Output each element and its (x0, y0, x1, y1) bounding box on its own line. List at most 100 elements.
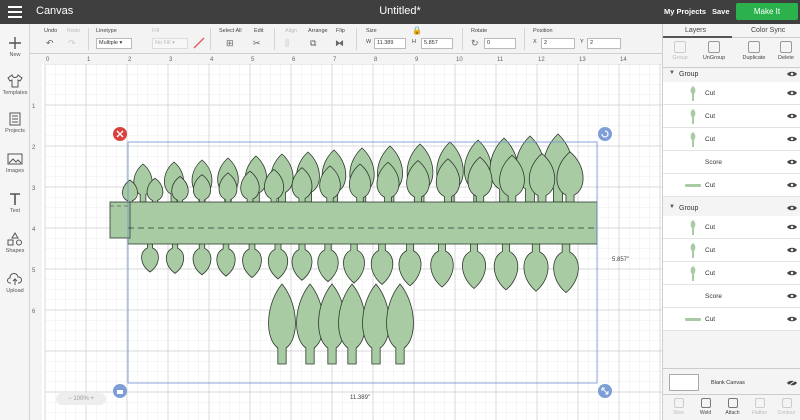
ruler-x-label: 10 (456, 57, 463, 63)
flip-icon[interactable]: ⧓ (335, 38, 344, 48)
attach-icon (727, 398, 738, 408)
redo-icon[interactable]: ↷ (68, 38, 76, 48)
linetype-value: Multiple (99, 40, 118, 46)
ungroup-icon (708, 41, 720, 53)
chevron-down-icon[interactable]: ▼ (669, 70, 675, 76)
save-button[interactable]: Save (712, 7, 730, 16)
ungroup-button[interactable]: UnGroup (699, 41, 729, 61)
layer-item[interactable]: Cut (663, 105, 800, 128)
undo-label: Undo (44, 28, 58, 34)
canvas-color-swatch[interactable] (669, 374, 699, 391)
height-label: H (412, 39, 416, 45)
width-dimension-label: 11.389" (350, 395, 371, 401)
cut-thumbnail (685, 318, 701, 321)
fill-color-swatch[interactable] (193, 37, 205, 49)
eye-icon[interactable] (787, 182, 797, 188)
lock-icon[interactable]: 🔒 (412, 26, 422, 36)
divider (274, 28, 275, 50)
layer-item[interactable]: Cut (663, 216, 800, 239)
sidebar-item-projects[interactable]: Projects (0, 112, 30, 134)
blank-canvas-row[interactable]: Blank Canvas (663, 368, 800, 394)
chevron-down-icon[interactable]: ▼ (669, 204, 675, 210)
x-input[interactable]: 2 (541, 38, 575, 49)
design-canvas[interactable]: 0 1 2 3 4 5 6 7 8 9 10 11 12 13 14 1 2 3 4 5 6 11.389" 5.857… (30, 54, 662, 420)
eye-icon[interactable] (787, 205, 797, 211)
arrange-label: Arrange (308, 28, 328, 34)
scissors-icon[interactable]: ✂ (253, 38, 261, 48)
height-input[interactable]: 5.857 (421, 38, 453, 49)
eye-icon[interactable] (787, 159, 797, 165)
select-all-icon[interactable]: ⊞ (226, 38, 234, 48)
eye-icon[interactable] (787, 316, 797, 322)
duplicate-button[interactable]: Duplicate (739, 41, 769, 61)
weld-button[interactable]: Weld (692, 398, 719, 416)
eye-icon[interactable] (787, 224, 797, 230)
align-icon[interactable]: ⫼ (285, 38, 289, 48)
eye-icon[interactable] (787, 136, 797, 142)
layer-tools: Group UnGroup Duplicate Delete (663, 38, 800, 68)
layer-item[interactable]: Cut (663, 128, 800, 151)
sidebar-item-templates[interactable]: Templates (0, 74, 30, 96)
layer-item[interactable]: Cut (663, 82, 800, 105)
layer-group[interactable]: ▼ Group (663, 68, 800, 82)
flatten-button[interactable]: Flatten (746, 398, 773, 416)
my-projects-link[interactable]: My Projects (664, 7, 706, 16)
cut-thumbnail (690, 266, 696, 281)
linetype-select[interactable]: Multiple ▾ (96, 38, 132, 49)
rotate-icon[interactable]: ↻ (471, 38, 479, 48)
arrange-icon[interactable]: ⧉ (310, 38, 316, 48)
sidebar-item-text[interactable]: Text (0, 192, 30, 214)
trash-icon (780, 41, 792, 53)
canvas-drawing[interactable]: 0 1 2 3 4 5 6 7 8 9 10 11 12 13 14123456 (30, 54, 662, 420)
flip-label: Flip (336, 28, 345, 34)
sidebar-item-label: Images (5, 168, 25, 174)
hidden-eye-icon[interactable] (787, 380, 797, 386)
layer-name: Cut (705, 316, 716, 323)
fill-select[interactable]: No Fill ▾ (152, 38, 188, 49)
contour-button[interactable]: Contour (773, 398, 800, 416)
delete-label: Delete (778, 55, 794, 61)
layer-group[interactable]: ▼ Group (663, 202, 800, 216)
eye-icon[interactable] (787, 247, 797, 253)
layer-name: Cut (705, 90, 716, 97)
tab-layers[interactable]: Layers (685, 27, 706, 34)
contour-icon (781, 398, 792, 408)
slice-button[interactable]: Slice (665, 398, 692, 416)
layer-name: Cut (705, 182, 716, 189)
position-label: Position (533, 28, 553, 34)
layer-item[interactable]: Score (663, 151, 800, 174)
eye-icon[interactable] (787, 90, 797, 96)
y-input[interactable]: 2 (587, 38, 621, 49)
layer-item[interactable]: Cut (663, 308, 800, 331)
eye-icon[interactable] (787, 71, 797, 77)
group-icon (674, 41, 686, 53)
layer-name: Score (705, 293, 722, 300)
undo-icon[interactable]: ↶ (46, 38, 54, 48)
sidebar-item-images[interactable]: Images (0, 152, 30, 174)
linetype-label: Linetype (96, 28, 117, 34)
group-button[interactable]: Group (665, 41, 695, 61)
layer-item[interactable]: Cut (663, 262, 800, 285)
sidebar-item-shapes[interactable]: Shapes (0, 232, 30, 254)
sidebar-item-label: Text (9, 208, 21, 214)
eye-icon[interactable] (787, 113, 797, 119)
rotate-handle[interactable] (598, 127, 612, 141)
attach-button[interactable]: Attach (719, 398, 746, 416)
rotate-input[interactable]: 0 (484, 38, 516, 49)
width-input[interactable]: 11.389 (374, 38, 406, 49)
eye-icon[interactable] (787, 270, 797, 276)
zoom-control[interactable]: − 100% + (56, 393, 106, 405)
rotate-label: Rotate (471, 28, 488, 34)
tab-color-sync[interactable]: Color Sync (751, 27, 785, 34)
slice-icon (673, 398, 684, 408)
align-label: Align (285, 28, 298, 34)
layer-item[interactable]: Cut (663, 239, 800, 262)
layer-item[interactable]: Score (663, 285, 800, 308)
eye-icon[interactable] (787, 293, 797, 299)
menu-icon[interactable] (8, 6, 22, 18)
layer-item[interactable]: Cut (663, 174, 800, 197)
make-it-button[interactable]: Make It (736, 3, 798, 20)
sidebar-item-new[interactable]: New (0, 36, 30, 58)
sidebar-item-upload[interactable]: Upload (0, 272, 30, 294)
delete-button[interactable]: Delete (771, 41, 800, 61)
